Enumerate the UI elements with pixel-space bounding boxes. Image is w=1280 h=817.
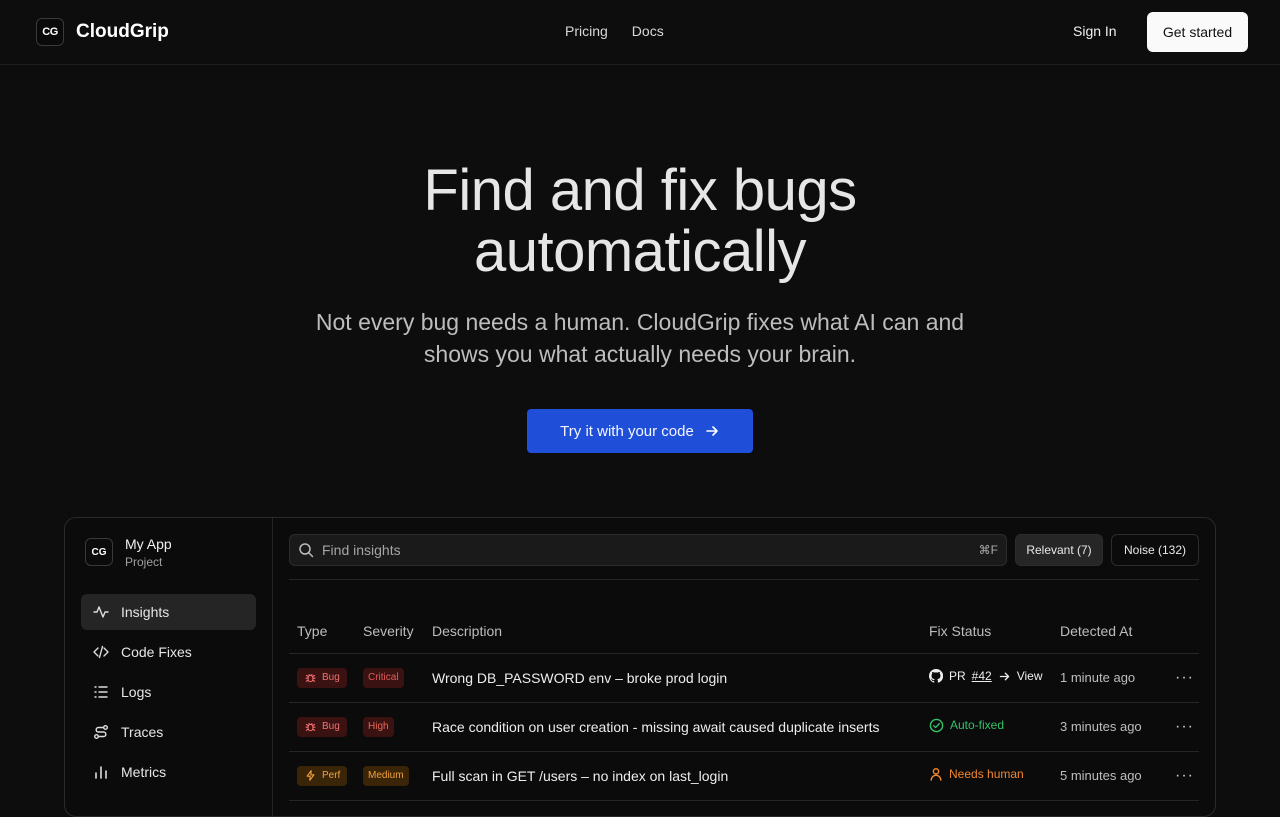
brand-name: CloudGrip [76,21,169,42]
app-preview: CG My App Project Insights Code Fixes Lo… [64,517,1216,817]
severity-badge: Medium [363,765,409,786]
code-icon [93,645,109,659]
get-started-button[interactable]: Get started [1147,12,1248,52]
column-header-severity[interactable]: Severity [355,604,424,654]
table-header-row: Type Severity Description Fix Status Det… [289,604,1199,654]
cloudgrip-logo-icon: CG [36,18,64,46]
column-header-actions [1162,604,1199,654]
arrow-right-icon [999,672,1009,680]
search-icon [299,543,314,558]
fix-status: Needs human [929,767,1024,781]
sidebar-item-insights[interactable]: Insights [81,594,256,630]
pr-label: PR [949,669,966,683]
pr-number-link[interactable]: #42 [972,669,992,683]
search-shortcut: ⌘F [978,543,998,557]
column-header-description[interactable]: Description [424,604,921,654]
search-box: ⌘F [289,534,1007,566]
brand[interactable]: CG CloudGrip [36,18,169,46]
type-label: Bug [322,721,340,732]
sidebar: CG My App Project Insights Code Fixes Lo… [65,518,273,816]
top-nav-bar: CG CloudGrip Pricing Docs Sign In Get st… [0,0,1280,65]
sidebar-item-label: Code Fixes [121,644,192,660]
filter-noise-button[interactable]: Noise (132) [1111,534,1199,566]
column-header-fix-status[interactable]: Fix Status [921,604,1052,654]
project-switcher[interactable]: CG My App Project [85,536,172,572]
lightning-icon [306,770,315,781]
project-kind: Project [125,555,163,569]
list-icon [94,686,108,698]
github-icon [929,669,943,683]
fix-status-label: Auto-fixed [950,718,1005,732]
check-circle-icon [929,718,944,732]
nav-link-pricing[interactable]: Pricing [565,23,608,39]
project-name: My App [125,536,172,552]
activity-icon [93,606,109,618]
filter-relevant-button[interactable]: Relevant (7) [1015,534,1103,566]
table-row[interactable]: Bug Critical Wrong DB_PASSWORD env – bro… [289,653,1199,703]
type-badge: Perf [297,765,348,786]
nav-link-docs[interactable]: Docs [632,23,664,39]
bar-chart-icon [95,766,107,779]
fix-status: PR #42 View [929,669,1043,683]
route-icon [94,725,108,739]
project-logo-icon: CG [85,538,113,566]
user-icon [930,768,942,781]
hero-subtitle: Not every bug needs a human. CloudGrip f… [315,309,965,367]
detected-at: 3 minutes ago [1052,702,1162,752]
detected-at: 5 minutes ago [1052,751,1162,801]
sidebar-item-label: Insights [121,604,170,620]
description-cell: Race condition on user creation - missin… [424,702,921,752]
column-header-detected-at[interactable]: Detected At [1052,604,1162,654]
sidebar-item-label: Traces [121,724,164,740]
detected-at: 1 minute ago [1052,653,1162,703]
sidebar-item-label: Logs [121,684,152,700]
bug-icon [305,673,316,683]
try-it-button[interactable]: Try it with your code [527,409,753,453]
row-actions-icon[interactable]: ··· [1162,702,1199,752]
arrow-right-icon [706,426,718,436]
hero-title-line-1: Find and fix bugs [423,158,857,223]
table-row[interactable]: Bug High Race condition on user creation… [289,702,1199,752]
bug-icon [305,722,316,732]
divider [289,579,1199,580]
hero-title-line-2: automatically [474,219,806,284]
severity-badge: Critical [363,667,404,688]
type-label: Perf [322,770,341,781]
sidebar-item-traces[interactable]: Traces [81,714,256,750]
column-header-type[interactable]: Type [289,604,355,654]
sidebar-item-metrics[interactable]: Metrics [81,754,256,790]
view-pr-link[interactable]: View [1017,669,1043,683]
main-nav: Pricing Docs [565,23,664,39]
description-cell: Wrong DB_PASSWORD env – broke prod login [424,653,921,703]
sidebar-item-label: Metrics [121,764,167,780]
fix-status: Auto-fixed [929,718,1004,733]
sidebar-item-logs[interactable]: Logs [81,674,256,710]
row-actions-icon[interactable]: ··· [1162,751,1199,801]
sign-in-link[interactable]: Sign In [1073,23,1117,39]
type-badge: Bug [297,667,347,688]
try-it-label: Try it with your code [560,422,694,440]
hero-title: Find and fix bugs automatically [0,160,1280,282]
row-actions-icon[interactable]: ··· [1162,653,1199,703]
fix-status-label: Needs human [949,767,1024,781]
table-row[interactable]: Perf Medium Full scan in GET /users – no… [289,751,1199,801]
type-label: Bug [322,672,340,683]
insights-table: Type Severity Description Fix Status Det… [289,604,1199,801]
description-cell: Full scan in GET /users – no index on la… [424,751,921,801]
search-input[interactable] [322,542,942,558]
sidebar-item-code-fixes[interactable]: Code Fixes [81,634,256,670]
type-badge: Bug [297,716,347,737]
severity-badge: High [363,716,394,737]
